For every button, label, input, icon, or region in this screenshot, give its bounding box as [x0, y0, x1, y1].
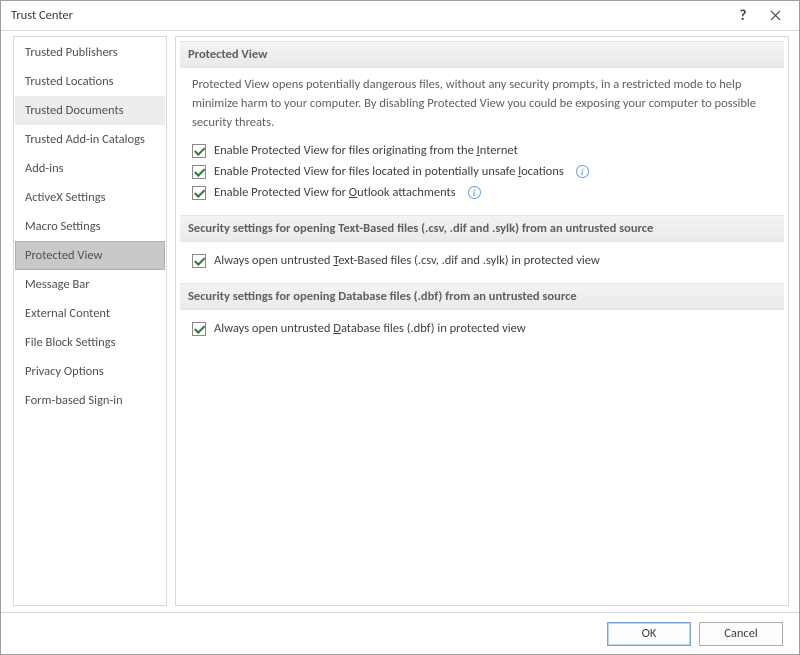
sidebar-item-trusted-publishers[interactable]: Trusted Publishers: [15, 38, 165, 67]
checkbox-label-database: Always open untrusted Database files (.d…: [214, 321, 526, 336]
info-icon[interactable]: i: [576, 165, 589, 178]
section-header-text-based: Security settings for opening Text-Based…: [180, 215, 784, 242]
info-icon[interactable]: i: [468, 186, 481, 199]
checkbox-database[interactable]: [192, 322, 206, 336]
sidebar-item-protected-view[interactable]: Protected View: [15, 241, 165, 270]
help-button[interactable]: ?: [727, 2, 759, 30]
checkbox-label-unsafe-locations: Enable Protected View for files located …: [214, 164, 564, 179]
checkbox-text-based[interactable]: [192, 254, 206, 268]
window-title: Trust Center: [11, 8, 727, 23]
checkbox-row-text-based[interactable]: Always open untrusted Text-Based files (…: [192, 250, 772, 271]
checkbox-unsafe-locations[interactable]: [192, 165, 206, 179]
checkbox-internet[interactable]: [192, 144, 206, 158]
sidebar-item-external-content[interactable]: External Content: [15, 299, 165, 328]
sidebar: Trusted Publishers Trusted Locations Tru…: [13, 36, 167, 606]
titlebar: Trust Center ?: [1, 1, 799, 31]
sidebar-item-trusted-addin-catalogs[interactable]: Trusted Add-in Catalogs: [15, 125, 165, 154]
sidebar-item-form-based-sign-in[interactable]: Form-based Sign-in: [15, 386, 165, 415]
close-button[interactable]: [759, 2, 791, 30]
sidebar-item-file-block-settings[interactable]: File Block Settings: [15, 328, 165, 357]
cancel-button[interactable]: Cancel: [699, 622, 783, 646]
checkbox-outlook-attachments[interactable]: [192, 186, 206, 200]
sidebar-item-activex-settings[interactable]: ActiveX Settings: [15, 183, 165, 212]
checkbox-row-unsafe-locations[interactable]: Enable Protected View for files located …: [192, 161, 772, 182]
checkbox-label-outlook-attachments: Enable Protected View for Outlook attach…: [214, 185, 456, 200]
section-header-database: Security settings for opening Database f…: [180, 283, 784, 310]
sidebar-item-trusted-documents[interactable]: Trusted Documents: [15, 96, 165, 125]
sidebar-item-message-bar[interactable]: Message Bar: [15, 270, 165, 299]
sidebar-item-macro-settings[interactable]: Macro Settings: [15, 212, 165, 241]
sidebar-item-add-ins[interactable]: Add-ins: [15, 154, 165, 183]
dialog-footer: OK Cancel: [1, 612, 799, 654]
checkbox-row-outlook-attachments[interactable]: Enable Protected View for Outlook attach…: [192, 182, 772, 203]
section-body-protected-view: Protected View opens potentially dangero…: [180, 68, 784, 211]
section-body-database: Always open untrusted Database files (.d…: [180, 310, 784, 347]
section-header-protected-view: Protected View: [180, 41, 784, 68]
protected-view-description: Protected View opens potentially dangero…: [192, 76, 772, 132]
sidebar-item-trusted-locations[interactable]: Trusted Locations: [15, 67, 165, 96]
checkbox-row-database[interactable]: Always open untrusted Database files (.d…: [192, 318, 772, 339]
trust-center-dialog: Trust Center ? Trusted Publishers Truste…: [0, 0, 800, 655]
checkbox-label-text-based: Always open untrusted Text-Based files (…: [214, 253, 600, 268]
sidebar-item-privacy-options[interactable]: Privacy Options: [15, 357, 165, 386]
checkbox-row-internet[interactable]: Enable Protected View for files originat…: [192, 140, 772, 161]
section-body-text-based: Always open untrusted Text-Based files (…: [180, 242, 784, 279]
ok-button[interactable]: OK: [607, 622, 691, 646]
content-pane: Protected View Protected View opens pote…: [175, 36, 789, 606]
dialog-body: Trusted Publishers Trusted Locations Tru…: [1, 31, 799, 612]
checkbox-label-internet: Enable Protected View for files originat…: [214, 143, 518, 158]
